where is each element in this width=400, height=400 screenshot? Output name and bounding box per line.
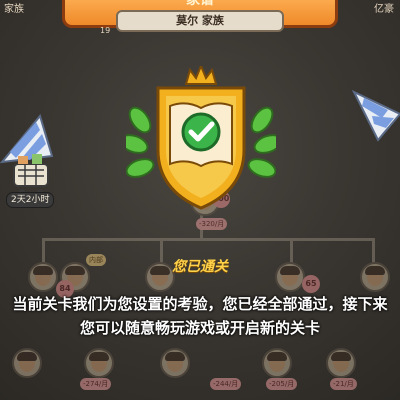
expense-tag: -205/月 bbox=[266, 378, 298, 390]
level-passed-title: 您已通关 bbox=[172, 259, 228, 275]
level-complete-badge bbox=[126, 66, 276, 210]
top-left-label: 家族 bbox=[4, 4, 24, 15]
family-member-avatar[interactable] bbox=[326, 348, 356, 378]
expense-tag: -21/月 bbox=[330, 378, 357, 390]
expense-tag: -320/月 bbox=[196, 218, 228, 230]
family-member-avatar[interactable] bbox=[160, 348, 190, 378]
expense-tag: -274/月 bbox=[80, 378, 112, 390]
crown-icon bbox=[184, 66, 218, 85]
tree-connector bbox=[42, 238, 372, 241]
banner-title: 家谱 bbox=[186, 0, 214, 8]
family-member-avatar[interactable] bbox=[262, 348, 292, 378]
family-name-plate: 莫尔 家族 bbox=[116, 10, 284, 32]
level-indicator: 19 bbox=[100, 26, 111, 35]
game-screen: 100 84 65 -320/月 -274/月 -244/月 -205/月 -2… bbox=[0, 0, 400, 400]
level-passed-message: 当前关卡我们为您设置的考验，您已经全部通过，接下来您可以随意畅玩游戏或开启新的关… bbox=[12, 295, 388, 337]
family-member-avatar[interactable] bbox=[84, 348, 114, 378]
countdown-timer: 2天2小时 bbox=[6, 192, 55, 208]
top-right-label: 亿豪 bbox=[374, 4, 394, 15]
family-member-avatar[interactable] bbox=[12, 348, 42, 378]
checkmark-icon bbox=[181, 112, 221, 152]
party-hat-icon bbox=[351, 89, 400, 142]
score-bubble: 65 bbox=[302, 275, 320, 293]
expense-tag: -244/月 bbox=[210, 378, 242, 390]
